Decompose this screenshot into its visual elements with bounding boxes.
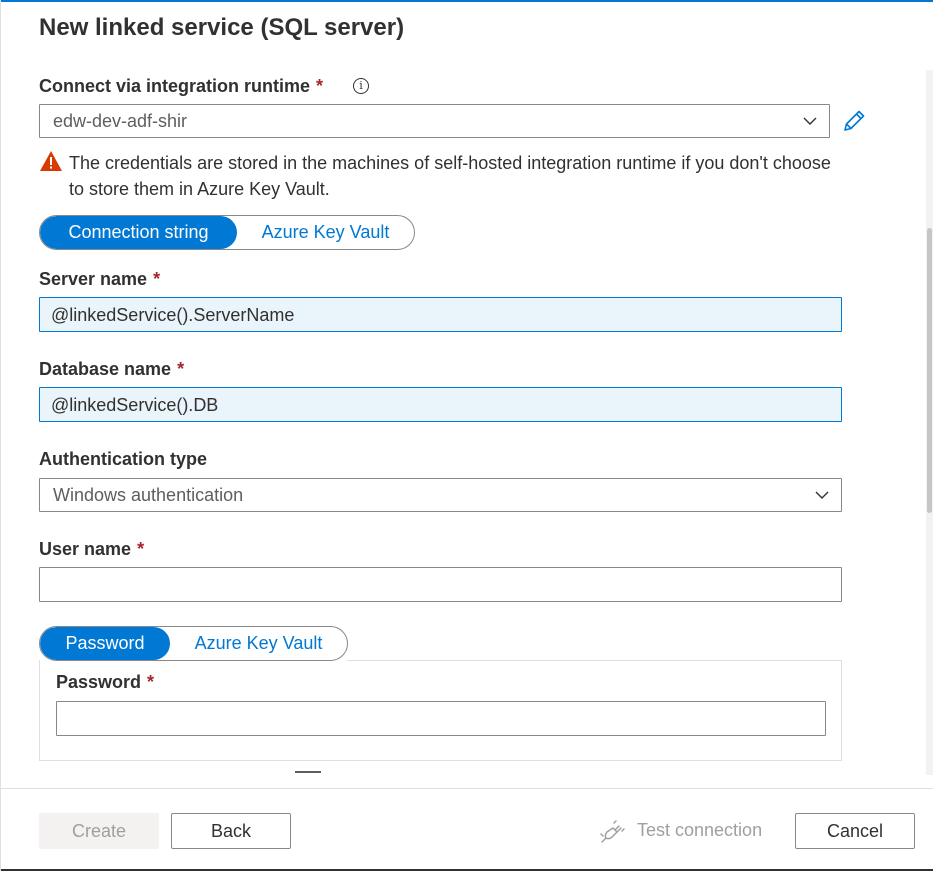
server-name-input[interactable]: @linkedService().ServerName (39, 297, 842, 332)
info-icon[interactable]: i (353, 78, 369, 94)
user-name-input[interactable] (39, 567, 842, 602)
collapse-handle[interactable] (295, 771, 321, 773)
required-mark: * (177, 359, 185, 379)
toggle-password-azure-key-vault[interactable]: Azure Key Vault (170, 627, 347, 660)
password-label-text: Password (56, 672, 142, 692)
password-section-top-border (347, 660, 842, 661)
top-accent-bar (1, 0, 933, 2)
back-button[interactable]: Back (171, 813, 291, 849)
connection-type-toggle[interactable]: Connection string Azure Key Vault (39, 215, 415, 250)
server-name-value: @linkedService().ServerName (51, 305, 295, 325)
integration-runtime-select[interactable]: edw-dev-adf-shir (39, 104, 830, 138)
server-name-label-text: Server name (39, 269, 148, 289)
plug-icon (600, 820, 625, 843)
auth-type-value: Windows authentication (53, 485, 244, 505)
warning-text: The credentials are stored in the machin… (69, 153, 831, 199)
footer-divider (1, 788, 933, 789)
toggle-password[interactable]: Password (40, 627, 170, 660)
database-name-label-text: Database name (39, 359, 172, 379)
integration-runtime-label-text: Connect via integration runtime (39, 76, 311, 96)
chevron-down-icon (815, 491, 829, 499)
toggle-azure-key-vault[interactable]: Azure Key Vault (237, 216, 414, 249)
pencil-icon[interactable] (841, 108, 867, 134)
auth-type-label-text: Authentication type (39, 449, 208, 469)
password-type-toggle[interactable]: Password Azure Key Vault (39, 626, 348, 661)
password-label: Password * (56, 672, 154, 693)
required-mark: * (147, 672, 155, 692)
toggle-connection-string[interactable]: Connection string (40, 216, 237, 249)
server-name-label: Server name * (39, 269, 160, 290)
password-input[interactable] (56, 701, 826, 736)
user-name-label: User name * (39, 539, 144, 560)
integration-runtime-value: edw-dev-adf-shir (53, 111, 188, 131)
linked-service-dialog: New linked service (SQL server) Connect … (0, 0, 933, 871)
scrollbar-thumb[interactable] (927, 228, 932, 513)
chevron-down-icon (803, 117, 817, 125)
auth-type-label: Authentication type (39, 449, 207, 470)
cancel-button[interactable]: Cancel (795, 813, 915, 849)
auth-type-select[interactable]: Windows authentication (39, 478, 842, 512)
dialog-title: New linked service (SQL server) (39, 14, 405, 41)
database-name-input[interactable]: @linkedService().DB (39, 387, 842, 422)
required-mark: * (153, 269, 161, 289)
database-name-label: Database name * (39, 359, 184, 380)
integration-runtime-label: Connect via integration runtime * (39, 76, 323, 97)
warning-triangle-icon (40, 151, 62, 171)
test-connection-label: Test connection (637, 820, 763, 840)
database-name-value: @linkedService().DB (51, 395, 219, 415)
user-name-label-text: User name (39, 539, 132, 559)
required-mark: * (316, 76, 324, 96)
create-button[interactable]: Create (39, 813, 159, 849)
required-mark: * (137, 539, 145, 559)
